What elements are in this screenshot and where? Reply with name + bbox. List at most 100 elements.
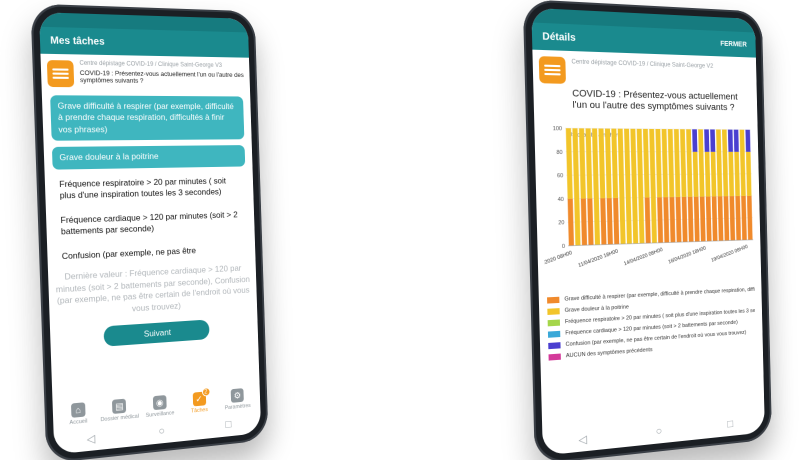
bar-segment <box>669 196 676 243</box>
bar-segment <box>580 198 588 246</box>
x-tick-label: 19/04/2020 08H00 <box>711 244 749 264</box>
bar-segment <box>598 128 606 199</box>
bar-segment <box>704 151 711 197</box>
home-nav-icon[interactable]: ○ <box>158 425 165 438</box>
task-list-icon <box>538 56 566 84</box>
legend-label: Grave douleur à la poitrine <box>564 304 629 314</box>
bar-segment <box>655 128 662 198</box>
app-bar-title: Détails <box>542 30 576 44</box>
symptom-chart: 020406080100JS chart by amCharts11/04/20… <box>531 122 755 288</box>
legend-swatch <box>547 296 560 304</box>
legend-swatch <box>547 307 560 315</box>
bar-segment <box>681 196 688 242</box>
bar-segment <box>680 128 687 197</box>
tab-home[interactable]: ⌂ Accueil <box>58 401 99 427</box>
tab-label: Accueil <box>69 418 88 427</box>
eye-icon: ◉ <box>152 395 167 411</box>
bar-segment <box>642 128 650 198</box>
chart-legend: Grave difficulté à respirer (par exemple… <box>539 278 763 361</box>
back-icon[interactable]: ◁ <box>578 432 587 446</box>
option-heart-rate[interactable]: Fréquence cardiaque > 120 par minutes (s… <box>54 206 247 242</box>
tab-settings[interactable]: ⚙ Paramètres <box>219 387 256 412</box>
bar-segment <box>698 129 705 197</box>
y-tick-label: 60 <box>557 173 563 179</box>
task-header: Centre dépistage COVID-19 / Clinique Sai… <box>532 50 756 93</box>
bar-segment <box>710 129 716 152</box>
tab-tasks[interactable]: ✓ 2 Tâches <box>180 387 218 415</box>
tasks-screen: Mes tâches Centre dépistage COVID-19 / C… <box>39 12 262 455</box>
bar-segment <box>675 196 682 243</box>
legend-swatch <box>547 319 561 327</box>
bar-segment <box>704 129 710 152</box>
tasks-glyph: ✓ <box>195 393 203 404</box>
bar-segment <box>585 128 593 199</box>
bar-segment <box>728 151 735 196</box>
legend-swatch <box>548 341 561 349</box>
bar-segment <box>661 128 669 198</box>
last-value-text: Dernière valeur : Fréquence cardiaque > … <box>55 263 250 314</box>
bar-segment <box>721 129 729 197</box>
bar-segment <box>644 197 651 244</box>
bar-segment <box>604 128 612 198</box>
bar-segment <box>710 151 717 197</box>
tasks-badge: 2 <box>201 387 211 397</box>
bar-segment <box>739 129 746 196</box>
next-button[interactable]: Suivant <box>103 319 210 347</box>
home-icon: ⌂ <box>70 402 86 418</box>
tab-label: Tâches <box>190 407 208 415</box>
bar-segment <box>630 128 639 244</box>
bar-segment <box>692 151 699 197</box>
back-icon[interactable]: ◁ <box>86 431 96 445</box>
tasks-icon: ✓ 2 <box>192 387 211 407</box>
bar-segment <box>572 128 581 246</box>
bar-segment <box>673 128 681 197</box>
option-severe-breathing[interactable]: Grave difficulté à respirer (par exemple… <box>50 95 245 142</box>
x-tick-label: 11/04/2020 18H00 <box>578 248 620 269</box>
close-button[interactable]: FERMER <box>720 40 747 48</box>
bar-segment <box>686 129 693 197</box>
bar-segment <box>592 128 601 245</box>
task-source: Centre dépistage COVID-19 / Clinique Sai… <box>571 59 714 70</box>
app-bar: Mes tâches <box>39 26 249 58</box>
phone-left: Mes tâches Centre dépistage COVID-19 / C… <box>30 3 269 460</box>
legend-swatch <box>548 353 561 361</box>
y-tick-label: 0 <box>562 244 565 250</box>
stage: Mes tâches Centre dépistage COVID-19 / C… <box>0 0 801 460</box>
bar-segment <box>617 128 626 244</box>
options-list: Grave difficulté à respirer (par exemple… <box>42 95 256 266</box>
y-tick-label: 80 <box>556 149 562 155</box>
bar-segment <box>687 196 694 242</box>
task-list-icon <box>46 60 75 88</box>
tab-medical-record[interactable]: ▤ Dossier médical <box>99 397 139 423</box>
x-tick-label: 14/04/2020 08H00 <box>623 247 664 267</box>
bar-segment <box>600 197 607 245</box>
details-screen: Détails FERMER Centre dépistage COVID-19… <box>531 7 765 456</box>
bar-segment <box>729 195 736 241</box>
bar-segment <box>716 129 723 197</box>
bar-segment <box>667 128 675 197</box>
option-chest-pain[interactable]: Grave douleur à la poitrine <box>51 145 246 170</box>
y-tick-label: 20 <box>558 220 564 226</box>
bar-segment <box>747 195 753 240</box>
option-confusion[interactable]: Confusion (par exemple, ne pas être <box>55 240 248 266</box>
bar-segment <box>735 195 741 241</box>
app-bar-title: Mes tâches <box>50 34 105 48</box>
recent-apps-icon[interactable]: □ <box>727 418 733 430</box>
option-respiratory-rate[interactable]: Fréquence respiratoire > 20 par minutes … <box>53 172 246 205</box>
gear-icon: ⚙ <box>230 388 245 403</box>
bar-segment <box>699 196 706 242</box>
bar-segment <box>717 196 724 241</box>
bar-segment <box>692 129 698 152</box>
task-question: COVID-19 : Présentez-vous actuellement l… <box>79 69 244 86</box>
bar-segment <box>624 128 632 244</box>
bar-segment <box>613 197 620 245</box>
recent-apps-icon[interactable]: □ <box>225 418 231 430</box>
task-header: Centre dépistage COVID-19 / Clinique Sai… <box>40 54 250 93</box>
bar-segment <box>565 127 573 199</box>
home-nav-icon[interactable]: ○ <box>656 425 663 438</box>
bar-segment <box>745 151 752 196</box>
tab-surveillance[interactable]: ◉ Surveillance <box>140 394 179 419</box>
x-tick-label: 16/04/2020 18H00 <box>668 245 707 265</box>
legend-swatch <box>547 330 561 338</box>
bar-segment <box>587 198 594 245</box>
